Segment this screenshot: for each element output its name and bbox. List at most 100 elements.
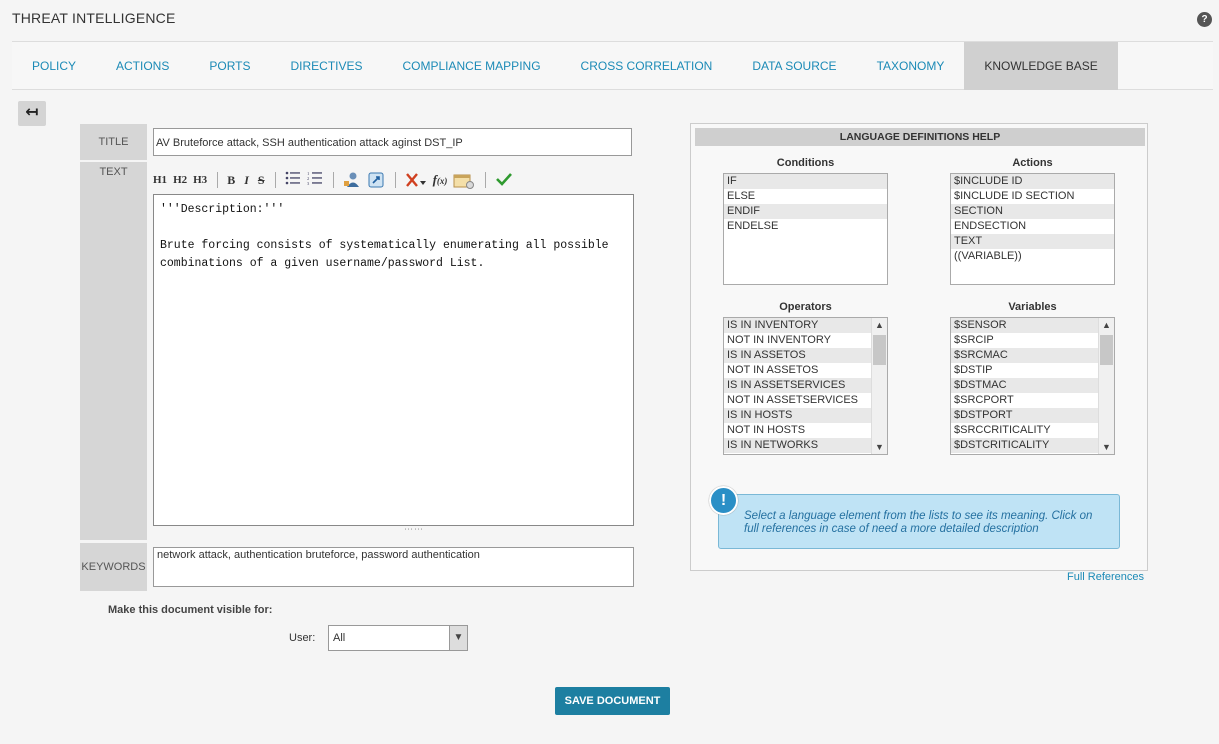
list-item[interactable]: SECTION: [951, 204, 1114, 219]
function-icon[interactable]: f(x): [433, 171, 448, 189]
list-item[interactable]: $SENSOR: [951, 318, 1114, 333]
link-icon[interactable]: [367, 171, 385, 189]
bold-button[interactable]: B: [227, 171, 235, 189]
list-item[interactable]: ENDIF: [724, 204, 887, 219]
list-item[interactable]: $DSTPORT: [951, 408, 1114, 423]
list-item[interactable]: $DSTIP: [951, 363, 1114, 378]
h2-button[interactable]: H2: [173, 171, 187, 189]
numbered-list-icon[interactable]: 123: [307, 171, 323, 189]
keywords-label: KEYWORDS: [80, 543, 147, 591]
toolbar-separator: [394, 172, 396, 188]
actions-title: Actions: [1012, 157, 1053, 169]
h3-button[interactable]: H3: [193, 171, 207, 189]
back-arrow-icon: ↤: [25, 104, 39, 121]
list-item[interactable]: $DSTCRITICALITY: [951, 438, 1114, 453]
list-item[interactable]: IS IN ASSETSERVICES: [724, 378, 887, 393]
list-item[interactable]: NOT IN HOSTS: [724, 423, 887, 438]
list-item[interactable]: $DSTMAC: [951, 378, 1114, 393]
list-item[interactable]: NOT IN INVENTORY: [724, 333, 887, 348]
svg-text:3: 3: [307, 181, 310, 185]
tab-policy[interactable]: POLICY: [12, 42, 96, 90]
variables-scrollbar[interactable]: ▲ ▼: [1098, 318, 1114, 454]
help-icon[interactable]: ?: [1197, 12, 1212, 27]
title-input[interactable]: AV Bruteforce attack, SSH authentication…: [153, 128, 632, 156]
user-select[interactable]: All ▼: [328, 625, 468, 651]
list-item[interactable]: NOT IN ASSETOS: [724, 363, 887, 378]
text-editor[interactable]: '''Description:''' Brute forcing consist…: [153, 194, 634, 526]
chevron-down-icon[interactable]: ▼: [449, 626, 467, 650]
editor-line: [160, 219, 627, 237]
resize-handle[interactable]: ⋯⋯: [404, 524, 424, 535]
user-label: User:: [289, 632, 316, 644]
editor-line: '''Description:''': [160, 203, 285, 216]
full-references-link[interactable]: Full References: [1067, 571, 1144, 583]
tab-ports[interactable]: PORTS: [189, 42, 270, 90]
list-item[interactable]: $SRCCRITICALITY: [951, 423, 1114, 438]
editor-line: Brute forcing consists of systematically…: [160, 239, 609, 252]
chevron-down-icon[interactable]: ▼: [872, 440, 887, 454]
tab-data-source[interactable]: DATA SOURCE: [732, 42, 856, 90]
list-item[interactable]: $INCLUDE ID: [951, 174, 1114, 189]
list-item[interactable]: ((VARIABLE)): [951, 249, 1114, 264]
bullet-list-icon[interactable]: [285, 171, 301, 189]
list-item[interactable]: ENDELSE: [724, 219, 887, 234]
operators-scrollbar[interactable]: ▲ ▼: [871, 318, 887, 454]
editor-line: combinations of a given username/passwor…: [160, 257, 485, 270]
operators-title: Operators: [779, 301, 832, 313]
list-item[interactable]: IS IN ASSETOS: [724, 348, 887, 363]
list-item[interactable]: IS IN INVENTORY: [724, 318, 887, 333]
help-panel-header: LANGUAGE DEFINITIONS HELP: [695, 128, 1145, 146]
tab-actions[interactable]: ACTIONS: [96, 42, 189, 90]
tools-icon[interactable]: [405, 171, 427, 189]
list-item[interactable]: IS IN HOSTS: [724, 408, 887, 423]
toolbar-separator: [217, 172, 219, 188]
h1-button[interactable]: H1: [153, 171, 167, 189]
chevron-down-icon[interactable]: ▼: [1099, 440, 1114, 454]
chevron-up-icon[interactable]: ▲: [872, 318, 887, 332]
tab-taxonomy[interactable]: TAXONOMY: [857, 42, 965, 90]
strike-button[interactable]: S: [258, 171, 265, 189]
tab-knowledge-base[interactable]: KNOWLEDGE BASE: [964, 42, 1118, 90]
variables-title: Variables: [1008, 301, 1057, 313]
scrollbar-thumb[interactable]: [1100, 335, 1113, 365]
variables-list[interactable]: $SENSOR $SRCIP $SRCMAC $DSTIP $DSTMAC $S…: [950, 317, 1115, 455]
check-icon[interactable]: [495, 171, 513, 189]
list-item[interactable]: $INCLUDE ID SECTION: [951, 189, 1114, 204]
title-label: TITLE: [80, 124, 147, 160]
save-document-button[interactable]: SAVE DOCUMENT: [555, 687, 670, 715]
list-item[interactable]: $SRCIP: [951, 333, 1114, 348]
list-item[interactable]: NOT IN ASSETSERVICES: [724, 393, 887, 408]
toolbar-separator: [332, 172, 334, 188]
operators-list[interactable]: IS IN INVENTORY NOT IN INVENTORY IS IN A…: [723, 317, 888, 455]
template-icon[interactable]: [453, 171, 475, 189]
tab-bar: POLICY ACTIONS PORTS DIRECTIVES COMPLIAN…: [12, 41, 1213, 90]
page-title: THREAT INTELLIGENCE: [12, 10, 176, 26]
scrollbar-thumb[interactable]: [873, 335, 886, 365]
chevron-up-icon[interactable]: ▲: [1099, 318, 1114, 332]
list-item[interactable]: IF: [724, 174, 887, 189]
visibility-label: Make this document visible for:: [108, 604, 273, 616]
user-select-value: All: [333, 632, 346, 644]
user-link-icon[interactable]: [343, 171, 361, 189]
back-button[interactable]: ↤: [18, 101, 46, 126]
info-message: Select a language element from the lists…: [718, 494, 1120, 549]
tab-cross-correlation[interactable]: CROSS CORRELATION: [561, 42, 733, 90]
actions-list[interactable]: $INCLUDE ID $INCLUDE ID SECTION SECTION …: [950, 173, 1115, 285]
list-item[interactable]: ELSE: [724, 189, 887, 204]
list-item[interactable]: TEXT: [951, 234, 1114, 249]
list-item[interactable]: ENDSECTION: [951, 219, 1114, 234]
editor-toolbar: H1 H2 H3 B I S 123 f(x): [153, 168, 519, 192]
toolbar-separator: [485, 172, 487, 188]
tab-directives[interactable]: DIRECTIVES: [270, 42, 382, 90]
toolbar-separator: [274, 172, 276, 188]
keywords-input[interactable]: network attack, authentication bruteforc…: [153, 547, 634, 587]
text-label: TEXT: [80, 162, 147, 540]
info-icon: !: [709, 486, 738, 515]
tab-compliance-mapping[interactable]: COMPLIANCE MAPPING: [383, 42, 561, 90]
conditions-title: Conditions: [776, 157, 835, 169]
conditions-list[interactable]: IF ELSE ENDIF ENDELSE: [723, 173, 888, 285]
italic-button[interactable]: I: [244, 171, 249, 189]
list-item[interactable]: $SRCMAC: [951, 348, 1114, 363]
list-item[interactable]: $SRCPORT: [951, 393, 1114, 408]
list-item[interactable]: IS IN NETWORKS: [724, 438, 887, 453]
